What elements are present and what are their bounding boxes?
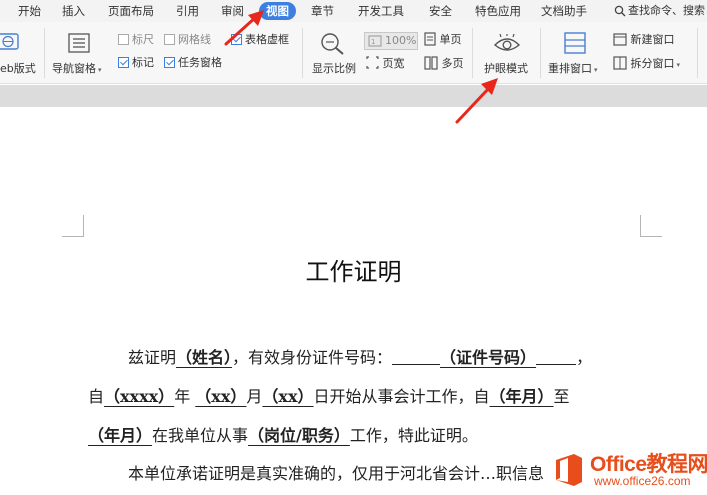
- tab-insert[interactable]: 插入: [62, 3, 85, 19]
- navigation-pane-label[interactable]: 导航窗格 ▾: [52, 60, 102, 76]
- tab-doc-assistant[interactable]: 文档助手: [541, 3, 587, 19]
- web-layout-label[interactable]: eb版式: [0, 60, 36, 76]
- arrange-windows-icon[interactable]: [563, 32, 587, 54]
- ribbon-separator: [540, 28, 541, 78]
- zoom-100-icon: 1: [368, 35, 382, 47]
- chevron-down-icon: ▾: [594, 66, 598, 74]
- eye-icon[interactable]: [493, 34, 521, 54]
- tab-references[interactable]: 引用: [176, 3, 199, 19]
- blank-underline: [536, 351, 577, 365]
- tab-developer[interactable]: 开发工具: [358, 3, 404, 19]
- arrange-windows-label[interactable]: 重排窗口 ▾: [548, 60, 598, 76]
- zoom-icon[interactable]: [320, 32, 346, 56]
- new-window-button[interactable]: 新建窗口: [613, 32, 675, 48]
- search-icon: [614, 5, 626, 17]
- chevron-down-icon: ▾: [676, 61, 681, 69]
- checkbox-ruler[interactable]: [118, 34, 129, 45]
- page-margin-marker: [62, 215, 84, 237]
- watermark-url: www.office26.com: [594, 474, 691, 488]
- id-number-field: （证件号码）: [440, 348, 537, 367]
- new-window-icon: [613, 33, 627, 46]
- search-placeholder: 查找命令、搜索: [628, 4, 705, 17]
- annotation-arrow-view-tab: [224, 10, 264, 46]
- web-layout-icon[interactable]: [0, 32, 22, 52]
- ribbon-separator: [302, 28, 303, 78]
- tab-home[interactable]: 开始: [18, 3, 41, 19]
- doc-line-4: 本单位承诺证明是真实准确的，仅用于河北省会计…职信息: [128, 464, 545, 483]
- tab-page-layout[interactable]: 页面布局: [108, 3, 154, 19]
- office26-watermark: Office教程网 www.office26.com: [548, 446, 707, 495]
- zoom-value: 100%: [385, 34, 417, 47]
- checkbox-marker[interactable]: [118, 57, 129, 68]
- gridlines-checkbox[interactable]: 网格线: [164, 33, 211, 47]
- checkbox-task-pane[interactable]: [164, 57, 175, 68]
- page-margin-marker: [640, 215, 662, 237]
- position-field: （岗位/职务）: [248, 426, 350, 445]
- workspace-background: [0, 85, 707, 107]
- single-page-button[interactable]: 单页: [424, 32, 462, 48]
- year-field: （xxxx）: [104, 387, 175, 406]
- chevron-down-icon: ▾: [98, 66, 102, 74]
- doc-line-3: （年月）在我单位从事（岗位/职务）工作，特此证明。: [88, 426, 478, 445]
- annotation-arrow-eye-mode: [455, 78, 498, 124]
- checkbox-gridlines[interactable]: [164, 34, 175, 45]
- tab-special-apps[interactable]: 特色应用: [475, 3, 521, 19]
- document-title: 工作证明: [305, 258, 402, 286]
- day-field: （xx）: [262, 387, 314, 406]
- navigation-pane-icon[interactable]: [68, 33, 90, 53]
- ribbon-separator: [472, 28, 473, 78]
- doc-line-1: 兹证明（姓名），有效身份证件号码： （证件号码），: [128, 348, 593, 367]
- zoom-label[interactable]: 显示比例: [312, 60, 356, 76]
- blank-underline: [392, 351, 441, 365]
- ribbon-separator: [697, 28, 698, 78]
- search-box[interactable]: 查找命令、搜索: [614, 3, 705, 19]
- doc-line-2: 自（xxxx）年 （xx）月（xx）日开始从事会计工作，自（年月）至: [88, 387, 570, 406]
- ribbon-toolbar: eb版式 导航窗格 ▾ 标尺 网格线 表格虚框 标记 任务窗格 显示比例 1 10…: [0, 22, 707, 84]
- month-field: （xx）: [195, 387, 247, 406]
- multi-page-icon: [424, 56, 438, 70]
- single-page-icon: [424, 32, 436, 46]
- split-window-button[interactable]: 拆分窗口 ▾: [613, 56, 680, 72]
- marker-checkbox[interactable]: 标记: [118, 56, 154, 70]
- end-date-field: （年月）: [88, 426, 153, 445]
- zoom-100-button[interactable]: 1 100%: [364, 32, 418, 50]
- svg-text:1: 1: [371, 38, 375, 46]
- split-window-icon: [613, 56, 627, 70]
- menu-tab-bar: 开始 插入 页面布局 引用 审阅 视图 章节 开发工具 安全 特色应用 文档助手…: [0, 0, 707, 22]
- ruler-checkbox[interactable]: 标尺: [118, 33, 154, 47]
- page-width-icon: [366, 56, 379, 69]
- task-pane-checkbox[interactable]: 任务窗格: [164, 56, 222, 70]
- document-page[interactable]: 工作证明 兹证明（姓名），有效身份证件号码： （证件号码）， 自（xxxx）年 （…: [0, 107, 707, 495]
- tab-chapter[interactable]: 章节: [311, 3, 334, 19]
- start-date-field: （年月）: [489, 387, 554, 406]
- tab-security[interactable]: 安全: [429, 3, 452, 19]
- name-field: （姓名）: [176, 348, 233, 367]
- office-logo-icon: [556, 454, 582, 486]
- ribbon-separator: [44, 28, 45, 78]
- multi-page-button[interactable]: 多页: [424, 56, 464, 72]
- page-width-button[interactable]: 页宽: [366, 56, 405, 72]
